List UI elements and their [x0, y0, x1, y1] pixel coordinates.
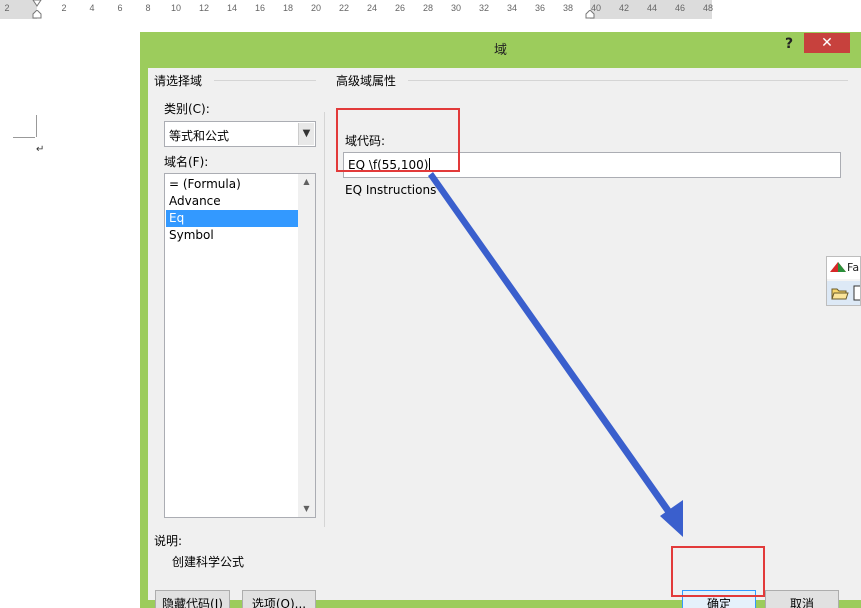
screen: 2 2 4 6 8 10 12 14 16 18 20 22 24 26 28 …: [0, 0, 861, 608]
arrow-shaft: [428, 172, 681, 528]
annotation-arrow: [428, 172, 683, 537]
